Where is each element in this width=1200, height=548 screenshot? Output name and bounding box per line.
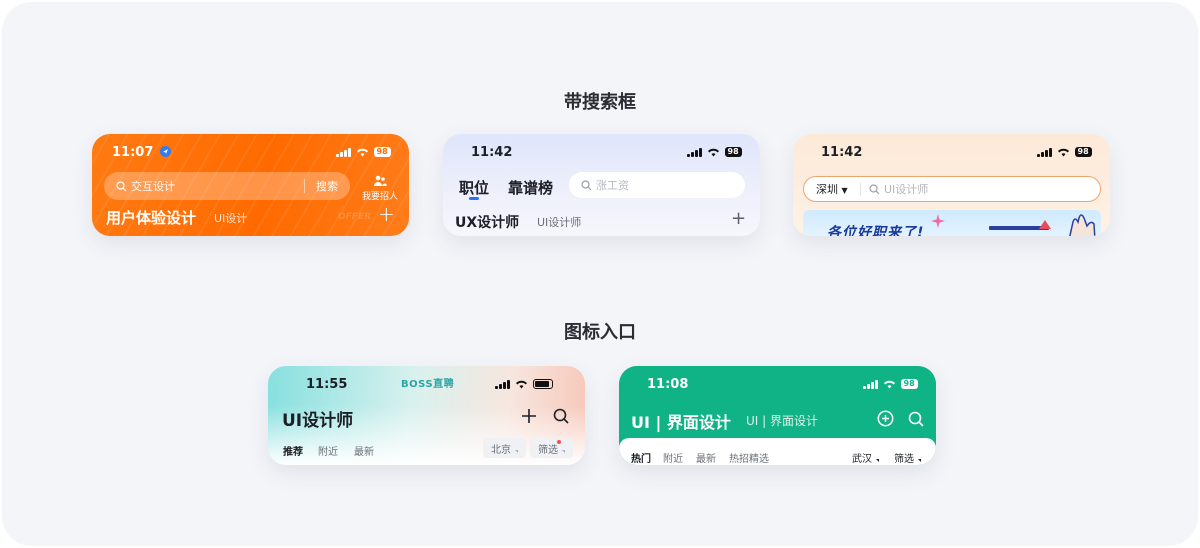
status-time: 11:55	[306, 377, 348, 392]
job-title[interactable]: 用户体验设计	[106, 207, 196, 228]
tab-reliable[interactable]: 靠谱榜	[508, 177, 553, 198]
search-input[interactable]: 涨工资	[596, 177, 629, 193]
filter-button[interactable]: 筛选	[530, 438, 573, 458]
job-title[interactable]: UX设计师	[455, 212, 519, 232]
divider	[860, 182, 861, 196]
signal-icon	[495, 379, 510, 389]
city-selector[interactable]: 深圳 ▼	[804, 181, 860, 197]
filter-button[interactable]: 筛选	[894, 450, 921, 465]
battery-icon	[532, 379, 553, 389]
add-icon[interactable]: +	[731, 210, 746, 228]
status-time: 11:08	[647, 377, 689, 392]
battery-icon: 98	[724, 147, 742, 157]
section-title-search: 带搜索框	[564, 92, 636, 113]
status-icons: 98	[336, 147, 391, 157]
battery-icon: 98	[900, 379, 918, 389]
search-icon	[581, 179, 592, 190]
job-subtitle[interactable]: UI设计师	[537, 214, 581, 230]
card-gradient-icons: 11:55 BOSS直聘 UI设计师 推荐 附近 最新 北京 筛选	[268, 366, 585, 465]
sparkle-icon	[931, 214, 945, 228]
wifi-icon	[1057, 148, 1069, 157]
job-title[interactable]: UI | 界面设计	[631, 409, 731, 433]
canvas: 带搜索框 图标入口 11:07 98 交互设计 搜索 我要招人 用户体验设计 U…	[2, 2, 1198, 546]
triangle-decoration	[1039, 220, 1051, 229]
card-orange-search: 11:07 98 交互设计 搜索 我要招人 用户体验设计 UI设计 OFFER …	[92, 134, 409, 236]
search-bar[interactable]: 涨工资	[569, 172, 745, 198]
status-time: 11:42	[471, 145, 513, 160]
job-subtitle[interactable]: UI | 界面设计	[746, 412, 818, 429]
tab-latest[interactable]: 最新	[696, 450, 716, 465]
wifi-icon	[515, 380, 527, 389]
divider	[304, 179, 305, 193]
city-filter[interactable]: 北京	[483, 438, 526, 458]
search-bar[interactable]: 深圳 ▼ UI设计师	[803, 176, 1101, 202]
notification-dot	[557, 440, 561, 444]
search-bar[interactable]: 交互设计 搜索	[104, 172, 350, 200]
search-input[interactable]: 交互设计	[131, 178, 175, 194]
corner-arrow-icon	[515, 449, 518, 453]
people-icon	[374, 175, 387, 186]
status-icons: 98	[863, 379, 918, 389]
brand-logo: BOSS直聘	[401, 379, 455, 390]
add-icon[interactable]	[521, 408, 537, 424]
wifi-icon	[707, 148, 719, 157]
status-icons: 98	[687, 147, 742, 157]
tab-featured[interactable]: 热招精选	[729, 450, 769, 465]
wifi-icon	[356, 148, 368, 157]
city-filter[interactable]: 武汉	[852, 450, 879, 465]
corner-arrow-icon	[876, 459, 879, 462]
status-icons	[495, 379, 553, 389]
status-time: 11:42	[821, 145, 863, 160]
status-icons: 98	[1037, 147, 1092, 157]
search-icon	[116, 180, 127, 191]
status-time: 11:07	[112, 145, 171, 160]
job-title[interactable]: UI设计师	[282, 406, 353, 431]
card-green-icons: 11:08 98 UI | 界面设计 UI | 界面设计 热门 附近 最新 热招…	[619, 366, 936, 465]
location-arrow-icon	[159, 146, 171, 157]
tab-jobs[interactable]: 职位	[459, 177, 489, 198]
recruit-label: 我要招人	[361, 192, 398, 202]
banner-text: 各位好职来了!	[827, 225, 925, 236]
recruit-button[interactable]: 我要招人	[360, 174, 400, 202]
search-button[interactable]: 搜索	[316, 178, 338, 194]
signal-icon	[687, 147, 702, 157]
search-icon[interactable]	[553, 408, 569, 424]
tab-latest[interactable]: 最新	[354, 443, 374, 458]
add-icon[interactable]: +	[378, 204, 395, 224]
search-icon[interactable]	[908, 411, 924, 427]
tab-hot[interactable]: 热门	[631, 450, 651, 465]
wifi-icon	[883, 380, 895, 389]
battery-icon: 98	[373, 147, 391, 157]
corner-arrow-icon	[562, 449, 565, 453]
search-input[interactable]: UI设计师	[884, 181, 928, 197]
section-title-icon: 图标入口	[564, 322, 636, 343]
offer-watermark: OFFER	[338, 212, 372, 222]
tab-indicator	[469, 197, 479, 200]
signal-icon	[863, 379, 878, 389]
hand-icon	[1069, 214, 1096, 236]
add-circle-icon[interactable]	[877, 410, 894, 427]
promo-banner[interactable]: 各位好职来了!	[803, 210, 1101, 236]
card-lavender-search: 11:42 98 职位 靠谱榜 涨工资 UX设计师 UI设计师 +	[443, 134, 760, 236]
tab-nearby[interactable]: 附近	[318, 443, 338, 458]
signal-icon	[1037, 147, 1052, 157]
job-subtitle[interactable]: UI设计	[214, 210, 247, 226]
signal-icon	[336, 147, 351, 157]
corner-arrow-icon	[918, 459, 921, 462]
card-peach-search: 11:42 98 深圳 ▼ UI设计师 各位好职来了!	[793, 134, 1110, 236]
search-icon	[869, 183, 880, 194]
caret-down-icon: ▼	[841, 186, 848, 195]
tab-recommend[interactable]: 推荐	[283, 443, 303, 458]
tab-nearby[interactable]: 附近	[663, 450, 683, 465]
battery-icon: 98	[1074, 147, 1092, 157]
